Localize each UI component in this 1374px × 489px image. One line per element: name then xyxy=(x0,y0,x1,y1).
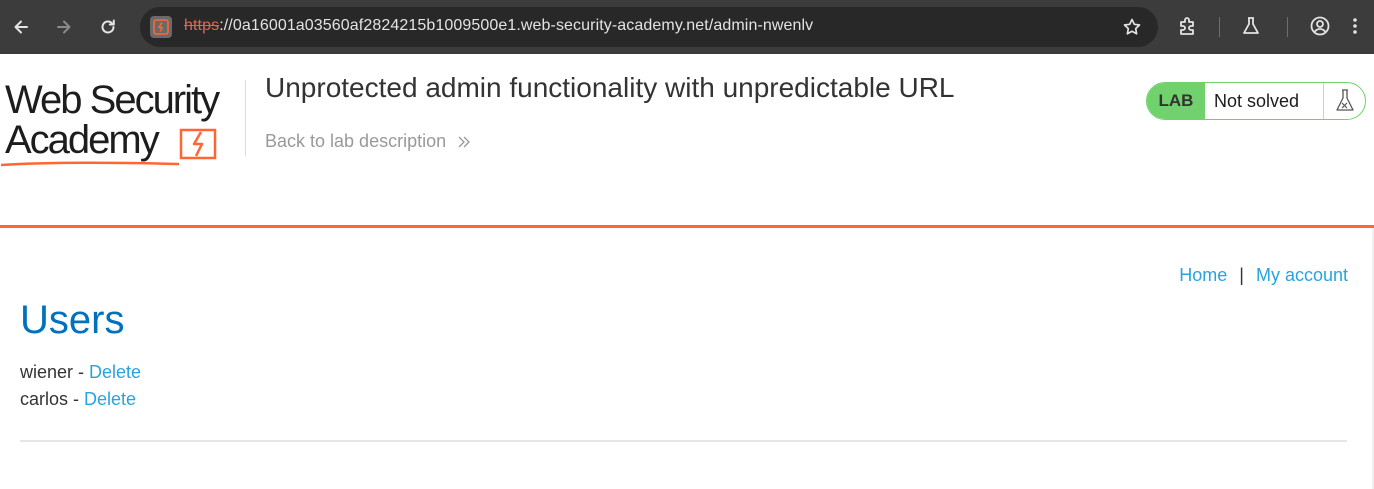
back-to-lab-description-link[interactable]: Back to lab description xyxy=(265,131,472,152)
top-navigation: Home | My account xyxy=(1179,265,1348,286)
username: wiener xyxy=(20,362,74,382)
labs-icon[interactable] xyxy=(1240,15,1262,37)
site-info-icon[interactable] xyxy=(150,16,172,38)
nav-separator: | xyxy=(1239,265,1244,285)
url-text[interactable]: https://0a16001a03560af2824215b1009500e1… xyxy=(184,17,813,35)
more-menu-icon[interactable] xyxy=(1350,15,1360,37)
home-link[interactable]: Home xyxy=(1179,265,1227,285)
user-row-wiener: wiener - Delete xyxy=(20,362,141,389)
back-link-label: Back to lab description xyxy=(265,131,447,151)
lab-badge: LAB xyxy=(1147,83,1205,119)
forward-icon[interactable] xyxy=(48,11,80,43)
user-list: wiener - Delete carlos - Delete xyxy=(20,362,141,416)
double-chevron-right-icon xyxy=(458,136,471,147)
extensions-icon[interactable] xyxy=(1177,15,1199,37)
toolbar-divider xyxy=(1287,17,1288,37)
delete-user-wiener-link[interactable]: Delete xyxy=(89,362,141,382)
star-icon[interactable] xyxy=(1122,17,1142,37)
my-account-link[interactable]: My account xyxy=(1256,265,1348,285)
lab-status-text: Not solved xyxy=(1214,90,1300,111)
flask-icon xyxy=(1323,83,1365,119)
logo-line-1: Web Security xyxy=(5,78,220,122)
delete-user-carlos-link[interactable]: Delete xyxy=(84,389,136,409)
web-security-academy-logo[interactable]: Web Security Academy xyxy=(1,78,245,170)
content-divider xyxy=(20,440,1347,442)
username: carlos xyxy=(20,389,69,409)
lab-header: Web Security Academy Unprotected admin f… xyxy=(0,54,1374,228)
page-title: Users xyxy=(20,298,125,342)
address-bar[interactable]: https://0a16001a03560af2824215b1009500e1… xyxy=(140,7,1158,47)
user-separator: - xyxy=(73,362,90,382)
user-separator: - xyxy=(68,389,85,409)
user-row-carlos: carlos - Delete xyxy=(20,389,141,416)
lab-status-widget: LAB Not solved xyxy=(1146,82,1366,120)
header-divider xyxy=(245,80,246,156)
browser-toolbar: https://0a16001a03560af2824215b1009500e1… xyxy=(0,0,1374,54)
logo-lightning-icon xyxy=(179,128,217,160)
logo-underline xyxy=(1,161,180,167)
url-host-path: ://0a16001a03560af2824215b1009500e1.web-… xyxy=(219,17,814,34)
toolbar-divider xyxy=(1219,17,1220,37)
profile-icon[interactable] xyxy=(1309,15,1331,37)
url-scheme: https xyxy=(184,17,220,34)
back-icon[interactable] xyxy=(5,11,37,43)
reload-icon[interactable] xyxy=(92,11,124,43)
lab-title: Unprotected admin functionality with unp… xyxy=(265,72,955,103)
